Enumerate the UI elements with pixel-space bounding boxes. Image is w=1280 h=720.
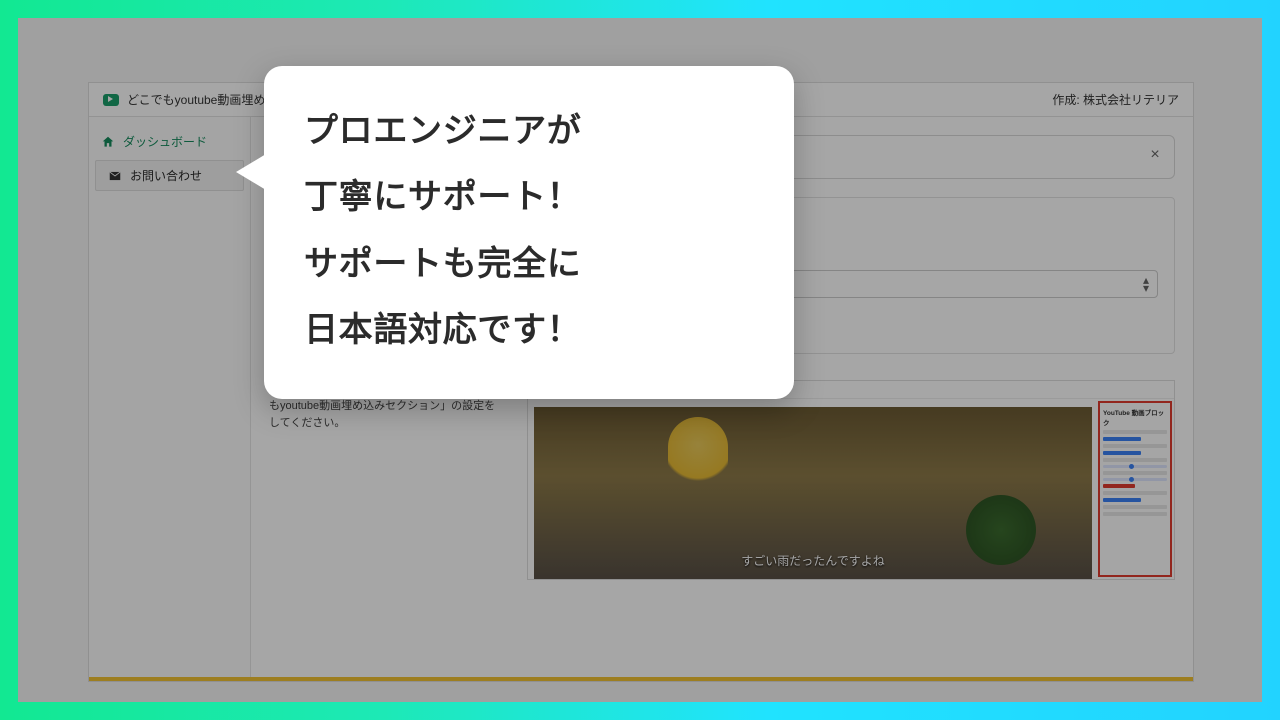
screenshot-preview: reiteriya-example ホーム 共有する すごい雨だったんですよね … bbox=[527, 380, 1175, 580]
bubble-line: プロエンジニアが bbox=[304, 98, 756, 164]
speech-bubble: プロエンジニアが 丁寧にサポート！ サポートも完全に 日本語対応です！ bbox=[264, 66, 794, 399]
app-logo-icon bbox=[103, 94, 119, 106]
sidebar-item-label: お問い合わせ bbox=[130, 167, 202, 184]
bubble-tail-icon bbox=[236, 154, 266, 190]
sidebar-item-contact[interactable]: お問い合わせ bbox=[95, 160, 244, 191]
app-title: どこでもyoutube動画埋め込 bbox=[127, 91, 277, 108]
mail-icon bbox=[108, 169, 122, 183]
sidebar: ダッシュボード お問い合わせ bbox=[89, 117, 251, 681]
panel-title: YouTube 動画ブロック bbox=[1103, 407, 1167, 427]
screenshot-video-area: すごい雨だったんですよね bbox=[534, 407, 1092, 579]
bubble-line: 日本語対応です！ bbox=[304, 297, 756, 363]
app-credit: 作成: 株式会社リテリア bbox=[1052, 91, 1179, 108]
sidebar-item-dashboard[interactable]: ダッシュボード bbox=[89, 127, 250, 156]
sidebar-item-label: ダッシュボード bbox=[123, 133, 207, 150]
video-caption: すごい雨だったんですよね bbox=[741, 552, 884, 569]
close-icon[interactable]: × bbox=[1146, 146, 1164, 164]
home-icon bbox=[101, 135, 115, 149]
screenshot-side-panel: YouTube 動画ブロック bbox=[1098, 401, 1172, 577]
bubble-line: 丁寧にサポート！ bbox=[304, 164, 756, 230]
footer-stripe bbox=[89, 677, 1193, 681]
select-caret-icon: ▴▾ bbox=[1143, 276, 1149, 292]
bubble-line: サポートも完全に bbox=[304, 231, 756, 297]
